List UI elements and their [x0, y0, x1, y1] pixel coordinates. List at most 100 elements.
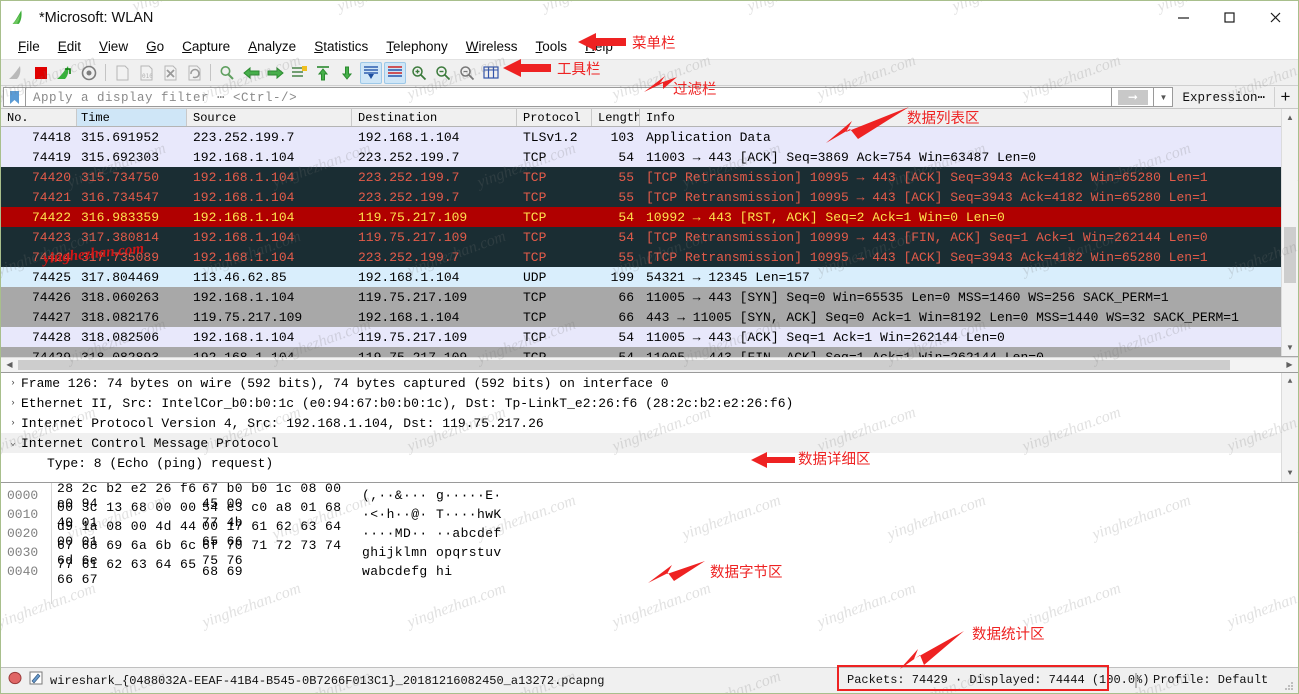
apply-filter-button[interactable]: ➞	[1112, 87, 1155, 107]
packet-row[interactable]: 74422 316.983359 192.168.1.104 119.75.217.1…	[1, 207, 1298, 228]
column-header-time[interactable]: Time	[77, 109, 187, 127]
packet-time: 318.060263	[81, 289, 160, 305]
menu-item-go[interactable]: Go	[137, 37, 173, 56]
save-file-icon[interactable]: 010	[135, 62, 157, 84]
menu-item-telephony[interactable]: Telephony	[377, 37, 457, 56]
menu-item-help[interactable]: Help	[576, 37, 622, 56]
ascii-right: g·····E·	[436, 488, 502, 503]
packet-details-vscrollbar[interactable]: ▲ ▼	[1281, 373, 1298, 482]
capture-options-icon[interactable]	[78, 62, 100, 84]
stop-capture-icon[interactable]	[30, 62, 52, 84]
menu-item-statistics[interactable]: Statistics	[305, 37, 377, 56]
packet-details-pane[interactable]: › Frame 126: 74 bytes on wire (592 bits),…	[1, 372, 1298, 482]
packet-row[interactable]: 74427 318.082176 119.75.217.109 192.168.1.1…	[1, 307, 1298, 328]
close-file-icon[interactable]	[159, 62, 181, 84]
filter-input[interactable]: Apply a display filter ⋯ <Ctrl-/>	[25, 87, 1113, 107]
resize-grip-icon[interactable]	[1283, 679, 1295, 691]
chevron-right-icon[interactable]: ›	[5, 378, 21, 388]
packet-row[interactable]: 74420 315.734750 192.168.1.104 223.252.199.…	[1, 167, 1298, 188]
hscroll-track[interactable]	[18, 358, 1281, 372]
go-forward-icon[interactable]	[264, 62, 286, 84]
packet-source: 192.168.1.104	[193, 329, 295, 345]
hex-dump[interactable]: 0000 28 2c b2 e2 26 f6 e0 94 67 b0 b0 1c 0…	[1, 483, 1298, 587]
close-button[interactable]	[1252, 1, 1298, 34]
column-header-info[interactable]: Info	[640, 109, 1298, 127]
detail-row[interactable]: ⌄ Internet Control Message Protocol	[1, 433, 1298, 453]
colorize-icon[interactable]	[384, 61, 406, 84]
packet-details-tree[interactable]: › Frame 126: 74 bytes on wire (592 bits),…	[1, 373, 1298, 473]
menu-item-wireless[interactable]: Wireless	[457, 37, 527, 56]
detail-row[interactable]: Type: 8 (Echo (ping) request)	[1, 453, 1298, 473]
restart-capture-icon[interactable]	[54, 62, 76, 84]
details-scroll-up-arrow-icon[interactable]: ▲	[1282, 373, 1298, 390]
expression-button[interactable]: Expression⋯	[1173, 87, 1274, 107]
packet-row[interactable]: 74426 318.060263 192.168.1.104 119.75.217.1…	[1, 287, 1298, 308]
maximize-button[interactable]	[1206, 1, 1252, 34]
add-filter-button[interactable]: +	[1274, 87, 1296, 107]
scroll-right-arrow-icon[interactable]: ▶	[1281, 360, 1298, 369]
menu-item-analyze[interactable]: Analyze	[239, 37, 305, 56]
column-header-destination[interactable]: Destination	[352, 109, 517, 127]
chevron-down-icon[interactable]: ⌄	[5, 438, 21, 448]
profile-label[interactable]: Profile: Default	[1153, 673, 1268, 687]
packet-row[interactable]: 74423 317.380814 192.168.1.104 119.75.217.1…	[1, 227, 1298, 248]
packet-list-body[interactable]: 74418 315.691952 223.252.199.7 192.168.1.10…	[1, 127, 1298, 357]
capture-comment-icon[interactable]	[29, 671, 43, 690]
zoom-in-icon[interactable]	[408, 62, 430, 84]
auto-scroll-icon[interactable]	[360, 61, 382, 84]
detail-text: Frame 126: 74 bytes on wire (592 bits), …	[21, 375, 669, 391]
detail-row[interactable]: › Frame 126: 74 bytes on wire (592 bits),…	[1, 373, 1298, 393]
packet-row[interactable]: 74424 317.735089 192.168.1.104 223.252.199.…	[1, 247, 1298, 268]
go-to-packet-icon[interactable]	[288, 62, 310, 84]
zoom-out-icon[interactable]	[432, 62, 454, 84]
zoom-reset-icon[interactable]	[456, 62, 478, 84]
scroll-left-arrow-icon[interactable]: ◀	[1, 360, 18, 369]
annotation-arrow-statistics	[900, 631, 964, 669]
go-to-first-packet-icon[interactable]	[312, 62, 334, 84]
capture-file-name: wireshark_{0488032A-EEAF-41B4-B545-0B726…	[50, 673, 605, 688]
hscroll-thumb[interactable]	[18, 359, 1231, 370]
start-capture-icon[interactable]	[6, 62, 28, 84]
hex-row[interactable]: 0040 77 61 62 63 64 65 66 67 68 69 wabcdefg…	[1, 557, 1298, 587]
packet-row[interactable]: 74418 315.691952 223.252.199.7 192.168.1.10…	[1, 127, 1298, 148]
go-back-icon[interactable]	[240, 62, 262, 84]
open-file-icon[interactable]	[111, 62, 133, 84]
menu-item-capture[interactable]: Capture	[173, 37, 239, 56]
packet-row[interactable]: 74419 315.692303 192.168.1.104 223.252.199.…	[1, 147, 1298, 168]
filter-history-dropdown[interactable]: ▼	[1154, 87, 1174, 107]
column-header-no[interactable]: No.	[1, 109, 77, 127]
packet-row[interactable]: 74421 316.734547 192.168.1.104 223.252.199.…	[1, 187, 1298, 208]
menu-item-edit[interactable]: Edit	[49, 37, 90, 56]
chevron-right-icon[interactable]: ›	[5, 418, 21, 428]
packet-info: [TCP Retransmission] 10995 → 443 [ACK] S…	[646, 189, 1208, 205]
packet-row[interactable]: 74428 318.082506 192.168.1.104 119.75.217.1…	[1, 327, 1298, 348]
minimize-button[interactable]	[1160, 1, 1206, 34]
bookmark-icon[interactable]	[3, 87, 25, 107]
detail-row[interactable]: › Internet Protocol Version 4, Src: 192.1…	[1, 413, 1298, 433]
packet-protocol: TCP	[523, 329, 547, 345]
reload-file-icon[interactable]	[183, 62, 205, 84]
details-scroll-down-arrow-icon[interactable]: ▼	[1282, 465, 1298, 482]
packet-list-hscrollbar[interactable]: ◀ ▶	[1, 356, 1298, 372]
packet-source: 192.168.1.104	[193, 169, 295, 185]
find-packet-icon[interactable]	[216, 62, 238, 84]
scroll-down-arrow-icon[interactable]: ▼	[1282, 339, 1298, 356]
packet-row[interactable]: 74425 317.804469 113.46.62.85 192.168.1.104…	[1, 267, 1298, 288]
scroll-thumb[interactable]	[1284, 227, 1296, 283]
column-header-source[interactable]: Source	[187, 109, 352, 127]
column-header-protocol[interactable]: Protocol	[517, 109, 592, 127]
detail-row[interactable]: › Ethernet II, Src: IntelCor_b0:b0:1c (e0…	[1, 393, 1298, 413]
expert-info-icon[interactable]	[8, 671, 22, 690]
go-to-last-packet-icon[interactable]	[336, 62, 358, 84]
packet-list-vscrollbar[interactable]: ▲ ▼	[1281, 109, 1298, 356]
chevron-right-icon[interactable]: ›	[5, 398, 21, 408]
column-header-length[interactable]: Length	[592, 109, 640, 127]
resize-columns-icon[interactable]	[480, 62, 502, 84]
menu-item-tools[interactable]: Tools	[527, 37, 577, 56]
menu-item-view[interactable]: View	[90, 37, 137, 56]
packet-protocol: TCP	[523, 289, 547, 305]
packet-bytes-pane[interactable]: 0000 28 2c b2 e2 26 f6 e0 94 67 b0 b0 1c 0…	[1, 482, 1298, 604]
packet-row[interactable]: 74429318.082893192.168.1.104119.75.217.1…	[1, 347, 1298, 357]
scroll-up-arrow-icon[interactable]: ▲	[1282, 109, 1298, 126]
menu-item-file[interactable]: File	[9, 37, 49, 56]
